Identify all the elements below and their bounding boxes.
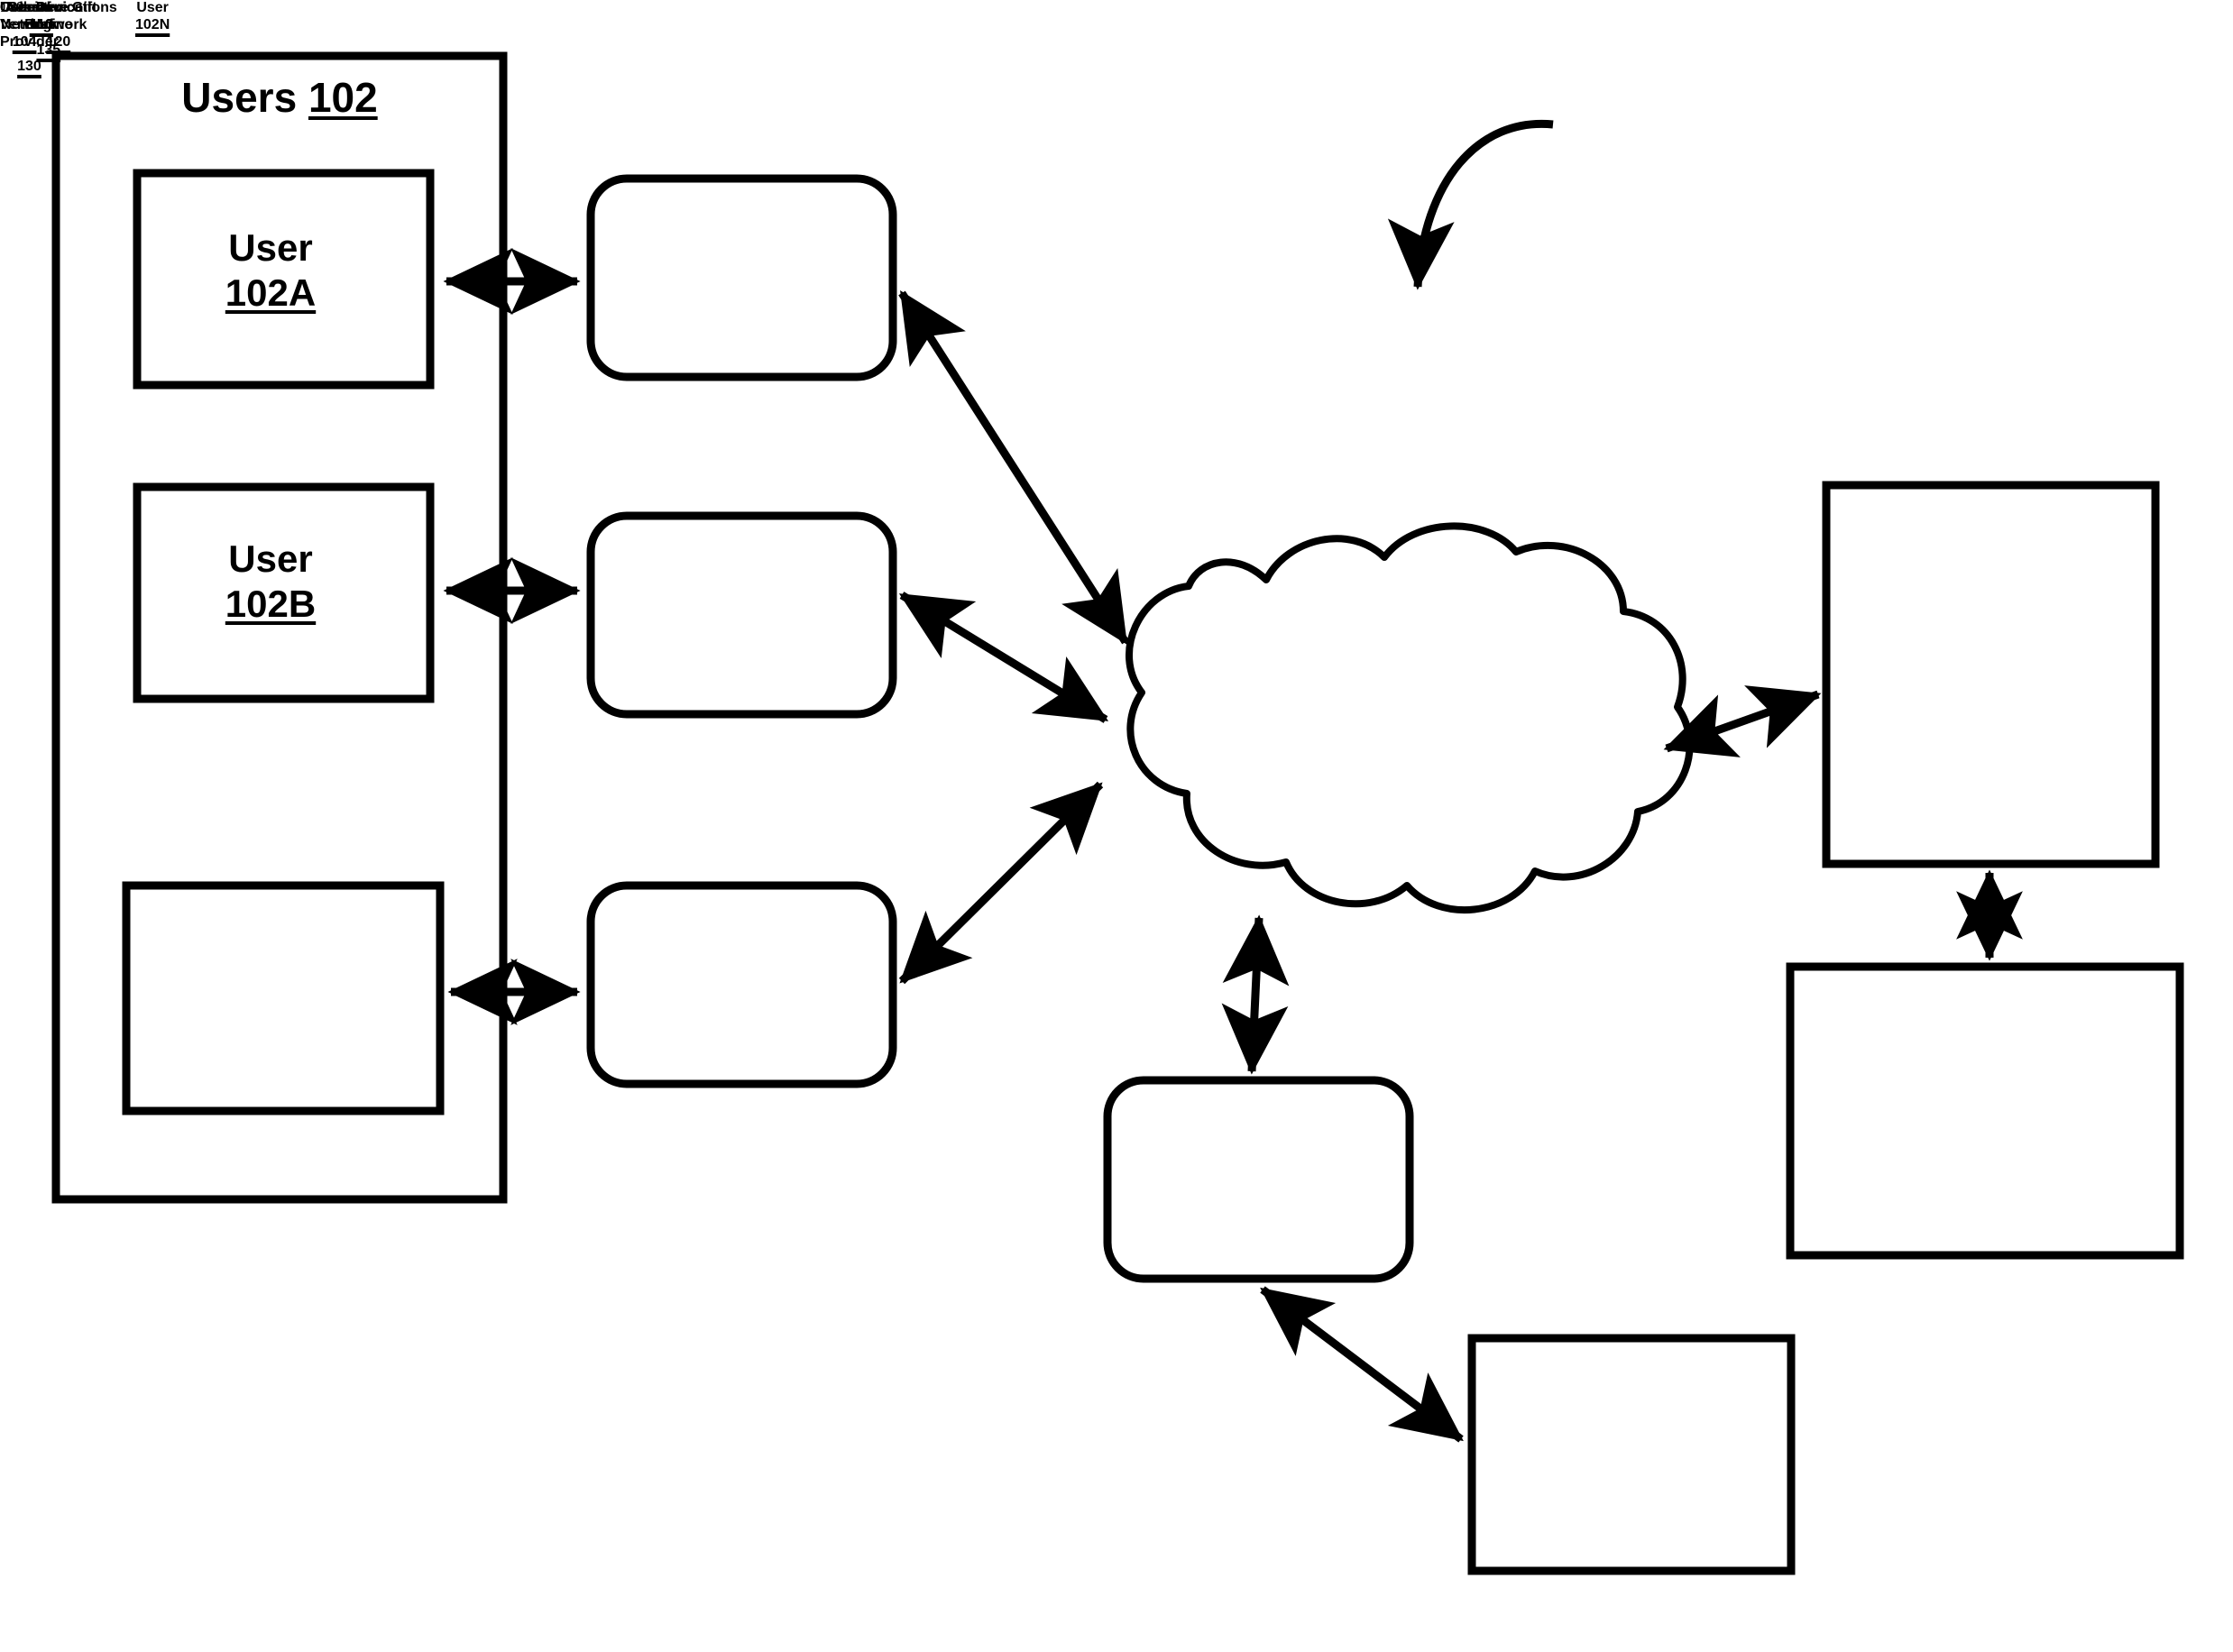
users-group-label: Users 102 — [56, 70, 503, 124]
user-device-4-ref: 110 — [29, 16, 53, 32]
asset-vendor-box — [1467, 1334, 1796, 1575]
figure-canvas: Users 102 User 102A User 102B User 102N … — [0, 0, 2233, 1652]
network-title-line2: Network — [30, 16, 87, 32]
connector-device4-asset-vendor — [1260, 1286, 1464, 1443]
figure-ref-leader-line — [1387, 119, 1554, 290]
connector-network-social-provider — [1663, 685, 1822, 757]
connector-device2-network — [898, 592, 1109, 723]
asset-vendor-line2: Vendor — [0, 16, 50, 32]
user-device-3-box — [586, 881, 897, 1088]
gift-engine-ref: 135 — [36, 41, 61, 58]
figure-reference-number: 100 — [0, 0, 24, 15]
asset-vendor-ref: 104 — [12, 33, 37, 50]
user-102a-box — [133, 169, 435, 390]
social-provider-line2: Network — [0, 16, 59, 32]
user-device-2-box — [586, 511, 897, 719]
user-device-1-ref: 110 — [29, 16, 53, 32]
user-102n-ref: 102N — [135, 16, 170, 32]
user-device-2-ref: 110 — [29, 16, 53, 32]
social-provider-ref: 130 — [17, 59, 41, 75]
user-102a-label: User 102A — [135, 221, 406, 320]
user-device-3-ref: 110 — [29, 16, 53, 32]
collective-gift-engine-box — [1786, 962, 2184, 1260]
users-group-ref: 102 — [308, 73, 378, 121]
connector-device1-network — [898, 289, 1129, 646]
network-ref: 120 — [46, 33, 71, 50]
user-102n-box — [122, 881, 445, 1115]
communications-network-cloud — [1126, 522, 1694, 914]
user-102b-title: User — [228, 537, 313, 581]
user-102a-ref: 102A — [225, 271, 317, 314]
users-group-label-text: Users — [181, 73, 298, 121]
connector-device3-network — [898, 781, 1104, 985]
connector-network-device4 — [1221, 914, 1290, 1075]
diagram-shapes-layer — [51, 51, 2184, 1575]
user-102b-label: User 102B — [135, 532, 406, 631]
social-network-provider-box — [1822, 481, 2160, 868]
social-provider-line3: Provider — [0, 33, 59, 50]
user-102a-title: User — [228, 226, 313, 270]
user-102b-box — [133, 482, 435, 703]
user-102b-ref: 102B — [225, 583, 317, 625]
users-group-box — [51, 51, 508, 1204]
user-device-1-box — [586, 174, 897, 381]
gift-engine-line2: Engine — [24, 16, 73, 32]
user-device-4-box — [1103, 1076, 1414, 1283]
